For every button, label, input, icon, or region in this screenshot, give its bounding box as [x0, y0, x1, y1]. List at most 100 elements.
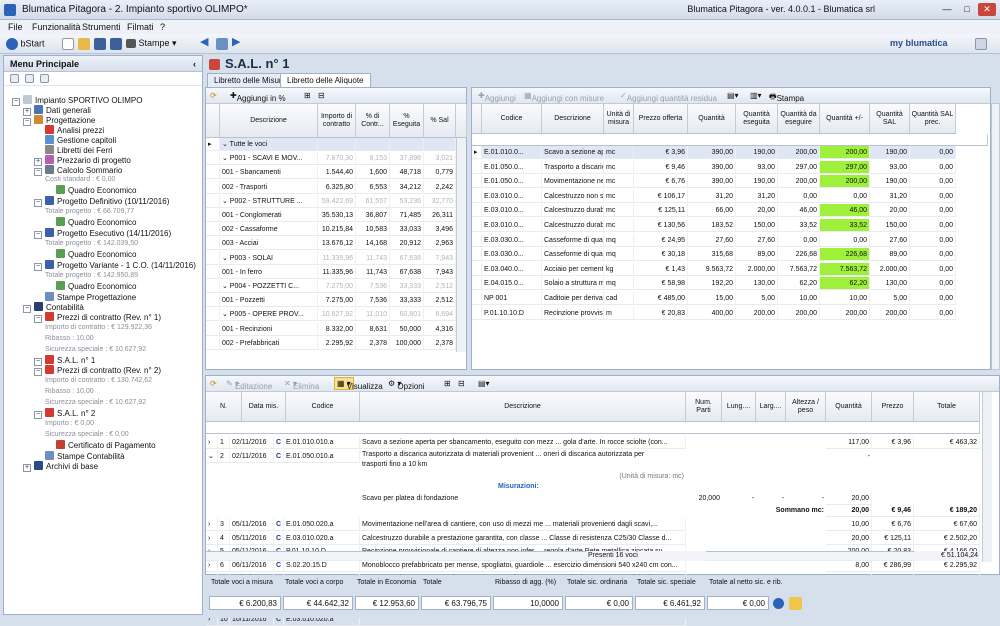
- row-cell[interactable]: Acciaio per cemento ...: [542, 262, 604, 276]
- tree-node[interactable]: Stampe Progettazione: [34, 292, 136, 302]
- collapse-row-icon[interactable]: ⌄: [206, 450, 218, 463]
- aggiungi-residua-button[interactable]: ✓ Aggiungi quantità residua: [620, 91, 717, 103]
- tree-toggle-icon[interactable]: −: [34, 231, 42, 239]
- tree-node[interactable]: − Progettazione: [23, 115, 95, 126]
- row-cell[interactable]: Movimentazione nell'...: [542, 175, 604, 189]
- elimina-button[interactable]: ✕ Elimina ▾: [284, 379, 319, 391]
- column-header[interactable]: Prezzo offerta: [634, 104, 688, 134]
- row-cell[interactable]: E.03.010.0...: [482, 189, 542, 203]
- row-code[interactable]: E.01.050.010.a: [284, 450, 360, 463]
- row-cell[interactable]: Calcestruzzo durabil...: [542, 204, 604, 218]
- row-cell[interactable]: Recinzione provvisio...: [542, 306, 604, 320]
- row-description[interactable]: 001 - Sbancamenti: [220, 166, 318, 180]
- maximize-icon[interactable]: □: [958, 3, 976, 16]
- layout3-icon[interactable]: ▤▾: [478, 379, 490, 388]
- aggiungi-misure-button[interactable]: ▦ Aggiungi con misure: [524, 91, 604, 103]
- row-description[interactable]: ⌄ P001 - SCAVI E MOV...: [220, 152, 318, 166]
- tree-node[interactable]: − Prezzi di contratto (Rev. n° 1): [34, 312, 161, 323]
- tree-toggle-icon[interactable]: −: [34, 168, 42, 176]
- column-header[interactable]: Quantità SAL: [870, 104, 910, 134]
- menu-strumenti[interactable]: Strumenti: [82, 22, 121, 32]
- tree-node[interactable]: − S.A.L. n° 1: [34, 355, 95, 366]
- expand-icon[interactable]: ›: [206, 518, 218, 531]
- tree-node[interactable]: − Calcolo Sommario: [34, 165, 122, 176]
- refresh-icon[interactable]: ⟳: [210, 91, 217, 100]
- aggiungi-button[interactable]: ✚ Aggiungi: [478, 91, 516, 103]
- close-icon[interactable]: ✕: [978, 3, 996, 16]
- open-icon[interactable]: [78, 38, 90, 50]
- tree-toggle-icon[interactable]: −: [34, 368, 42, 376]
- row-description[interactable]: ⌄ Tutte le voci: [220, 138, 318, 151]
- back-icon[interactable]: ◀: [200, 35, 208, 48]
- row-description[interactable]: Calcestruzzo durabile a prestazione gara…: [360, 531, 686, 545]
- row-description[interactable]: 001 - In ferro: [220, 265, 318, 279]
- row-description[interactable]: 003 - Acciai: [220, 237, 318, 251]
- refresh2-icon[interactable]: ⟳: [210, 379, 217, 388]
- menu-file[interactable]: File: [8, 22, 23, 32]
- row-cell[interactable]: Solaio a struttura mi...: [542, 277, 604, 291]
- row-cell[interactable]: E.03.040.0...: [482, 262, 542, 276]
- row-description[interactable]: 002 - Trasporti: [220, 180, 318, 194]
- expand-icon[interactable]: [975, 38, 987, 50]
- column-header[interactable]: Codice: [286, 392, 360, 422]
- tree-node[interactable]: − Progetto Esecutivo (14/11/2016): [34, 228, 171, 239]
- menu-help[interactable]: ?: [160, 22, 165, 32]
- tree-node[interactable]: Libretti dei Ferri: [34, 145, 113, 155]
- tree-node[interactable]: Quadro Economico: [45, 217, 136, 227]
- column-header[interactable]: Prezzo: [872, 392, 914, 422]
- expand-icon[interactable]: ›: [206, 531, 218, 545]
- filter-row[interactable]: [472, 134, 988, 146]
- menu-funzionalita[interactable]: Funzionalità: [32, 22, 81, 32]
- tree-toggle-icon[interactable]: −: [23, 118, 31, 126]
- minimize-icon[interactable]: —: [938, 3, 956, 16]
- row-description[interactable]: 002 - Cassaforme: [220, 223, 318, 237]
- column-header[interactable]: Quantità: [826, 392, 872, 422]
- column-header[interactable]: Codice: [482, 104, 542, 134]
- opzioni-button[interactable]: ⚙ Opzioni ▾: [388, 379, 425, 391]
- column-header[interactable]: Importo di contratto: [318, 104, 356, 138]
- tree-node[interactable]: Certificato di Pagamento: [45, 440, 156, 450]
- column-header[interactable]: Descrizione: [542, 104, 604, 134]
- tree-node[interactable]: Stampe Contabilità: [34, 451, 125, 461]
- row-cell[interactable]: E.04.015.0...: [482, 277, 542, 291]
- voci-scrollbar[interactable]: [991, 103, 1000, 370]
- row-cell[interactable]: E.01.050.0...: [482, 160, 542, 174]
- layout2-icon[interactable]: ▥▾: [750, 91, 762, 100]
- tree-node[interactable]: − S.A.L. n° 2: [34, 408, 95, 419]
- row-cell[interactable]: Casseforme di qualu...: [542, 233, 604, 247]
- layout-icon[interactable]: ▤▾: [727, 91, 739, 100]
- tree-node[interactable]: − Impianto SPORTIVO OLIMPO: [12, 95, 142, 106]
- row-cell[interactable]: E.01.050.0...: [482, 175, 542, 189]
- row-description[interactable]: ⌄ P005 - OPERE PROV...: [220, 308, 318, 322]
- tree-options-icon[interactable]: [10, 74, 19, 84]
- column-header[interactable]: Quantità +/-: [820, 104, 870, 134]
- bstart-button[interactable]: bStart: [6, 38, 45, 50]
- expand-rows-icon[interactable]: ⊞: [304, 91, 311, 100]
- tree-toggle-icon[interactable]: −: [34, 411, 42, 419]
- column-header[interactable]: % Sal: [424, 104, 456, 138]
- column-header[interactable]: Lung....: [722, 392, 756, 422]
- tree-node[interactable]: − Progetto Variante - 1 C.O. (14/11/2016): [34, 260, 196, 271]
- tree-toggle-icon[interactable]: +: [23, 464, 31, 472]
- row-cell[interactable]: Caditoie per derivazi...: [542, 292, 604, 305]
- tree-toggle-icon[interactable]: −: [34, 315, 42, 323]
- libretto-scrollbar[interactable]: [982, 392, 992, 562]
- column-header[interactable]: Descrizione: [220, 104, 318, 138]
- row-description[interactable]: 001 - Conglomerati: [220, 209, 318, 222]
- column-header[interactable]: Quantità da eseguire: [778, 104, 820, 134]
- row-cell[interactable]: E.03.010.0...: [482, 204, 542, 218]
- home-icon[interactable]: [216, 38, 228, 50]
- tree-node[interactable]: + Prezzario di progetto: [34, 155, 131, 166]
- tree-node[interactable]: − Prezzi di contratto (Rev. n° 2): [34, 365, 161, 376]
- column-header[interactable]: % di Contr...: [356, 104, 390, 138]
- row-description[interactable]: Movimentazione nell'area di cantiere, co…: [360, 518, 686, 531]
- tree-toggle-icon[interactable]: −: [12, 98, 20, 106]
- row-cell[interactable]: Calcestruzzo durabil...: [542, 219, 604, 232]
- row-cell[interactable]: E.03.030.0...: [482, 248, 542, 262]
- tree-toggle-icon[interactable]: −: [34, 263, 42, 271]
- column-header[interactable]: Quantità eseguita: [736, 104, 778, 134]
- collapse-all-icon[interactable]: [40, 74, 50, 84]
- collapse-icon[interactable]: ‹: [193, 59, 196, 69]
- column-header[interactable]: Descrizione: [360, 392, 686, 422]
- row-cell[interactable]: Casseforme di qualu...: [542, 248, 604, 262]
